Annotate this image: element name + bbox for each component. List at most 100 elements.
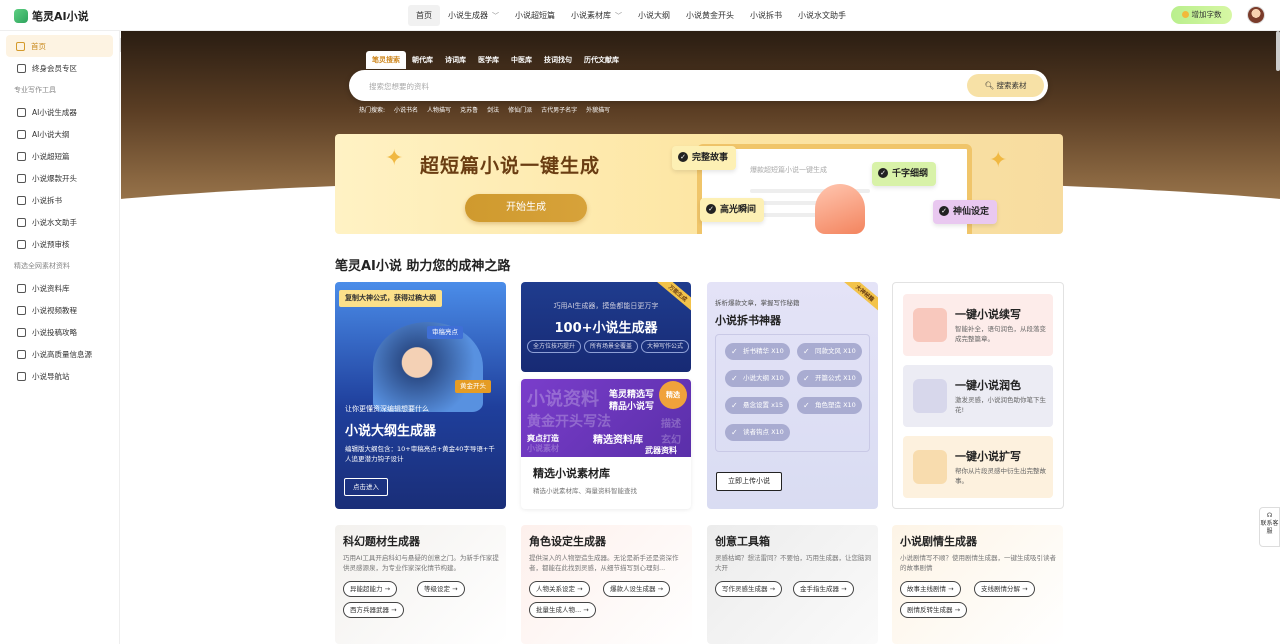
feature-pill: 小说大纲 X10	[725, 370, 790, 387]
pill-button[interactable]: 剧情反转生成器 →	[900, 602, 968, 618]
scrollbar[interactable]	[1276, 31, 1280, 71]
hot-term[interactable]: 小说书名	[394, 105, 418, 114]
contact-support-button[interactable]: ☊ 联系客服	[1259, 507, 1280, 547]
sidebar-item-home[interactable]: 首页	[6, 35, 113, 57]
short-story-banner[interactable]: ✦ ✦ 超短篇小说一键生成 开始生成 爆款超短篇小说一键生成 完整故事 千字细纲…	[335, 134, 1063, 234]
material-card[interactable]: 小说资料 笔灵精选写 精品小说写 黄金开头写法 爽点打造 精选资料库 玄幻 武器…	[521, 379, 691, 509]
add-words-button[interactable]: 增加字数	[1171, 6, 1232, 24]
pill-button[interactable]: 西方兵器武器 →	[343, 602, 404, 618]
tab-dynasty[interactable]: 朝代库	[406, 51, 439, 69]
polish-tile[interactable]: 一键小说润色 激发灵感，小说润色助你笔下生花!	[903, 365, 1053, 427]
sidebar-item-sources[interactable]: 小说高质量信息源	[0, 343, 119, 365]
outline-ribbon: 复制大神公式，获得过稿大纲	[339, 290, 442, 307]
hot-term[interactable]: 外貌描写	[586, 105, 610, 114]
feature-pill: 悬念设置 x15	[725, 397, 790, 414]
label-golden: 黄金开头	[455, 380, 491, 393]
tab-find-sentence[interactable]: 技词找句	[538, 51, 578, 69]
coin-icon	[1181, 11, 1189, 18]
outline-title: 小说大纲生成器	[345, 424, 437, 439]
nav-outline[interactable]: 小说大纲	[630, 5, 678, 26]
search-input[interactable]	[369, 78, 929, 94]
banner-title: 超短篇小说一键生成	[420, 155, 601, 177]
start-generate-button[interactable]: 开始生成	[465, 194, 587, 222]
nav-material[interactable]: 小说素材库 ﹀	[563, 5, 630, 26]
pen-icon	[17, 173, 26, 183]
split-book-card[interactable]: 大神秘籍 拆析爆款文章，掌握写作秘籍 小说拆书神器 折书精华 X10 同款文风 …	[707, 282, 878, 509]
feature-pill: 角色塑造 X10	[797, 397, 862, 414]
tab-literature[interactable]: 历代文献库	[578, 51, 625, 69]
section-title: 笔灵AI小说 助力您的成神之路	[335, 259, 511, 274]
nav-water-assistant[interactable]: 小说水文助手	[790, 5, 854, 26]
sidebar-group-resources: 精选全网素材资料	[14, 262, 70, 270]
sidebar-item-navigation[interactable]: 小说导航站	[0, 365, 119, 387]
guide-icon	[17, 327, 26, 337]
folder-icon	[17, 283, 26, 293]
search-button[interactable]: 🔍︎ 搜索素材	[967, 74, 1044, 97]
tab-poetry[interactable]: 诗词库	[439, 51, 472, 69]
outline-generator-card[interactable]: 复制大神公式，获得过稿大纲 审稿亮点 黄金开头 让你更懂资深编辑想要什么 小说大…	[335, 282, 506, 509]
sidebar-item-ai-generator[interactable]: AI小说生成器	[0, 101, 119, 123]
nav-home[interactable]: 首页	[408, 5, 440, 26]
search-box: 🔍︎ 搜索素材	[349, 70, 1048, 101]
document-icon	[17, 151, 26, 161]
pill-button[interactable]: 爆款人设生成器 →	[603, 581, 671, 597]
chevron-down-icon: ﹀	[615, 12, 622, 20]
sidebar-item-split-book[interactable]: 小说拆书	[0, 189, 119, 211]
pill-button[interactable]: 异能超能力 →	[343, 581, 398, 597]
clapping-hands-icon	[815, 184, 865, 234]
pill-button[interactable]: 写作灵感生成器 →	[715, 581, 783, 597]
hot-term[interactable]: 修仙门派	[508, 105, 532, 114]
character-generator-card[interactable]: 角色设定生成器 提供深入的人物塑造生成器。无论是新手还是资深作者，都能在此找到灵…	[521, 525, 692, 644]
sidebar-item-submission[interactable]: 小说投稿攻略	[0, 321, 119, 343]
sidebar-item-hot-opening[interactable]: 小说爆款开头	[0, 167, 119, 189]
outline-desc: 编辑版大纲包含：10+审稿亮点+黄金40字导语+千人追更潜力钩子设计	[345, 445, 495, 463]
sidebar-item-ai-outline[interactable]: AI小说大纲	[0, 123, 119, 145]
hot-searches: 热门搜索: 小说书名 人物描写 克苏鲁 剑法 修仙门派 古代男子名字 外貌描写	[359, 105, 610, 114]
main-content: 笔灵搜索 朝代库 诗词库 医学库 中医库 技词找句 历代文献库 🔍︎ 搜索素材 …	[121, 31, 1280, 644]
pill-button[interactable]: 支线剧情分解 →	[974, 581, 1035, 597]
nav-short-story[interactable]: 小说超短篇	[507, 5, 563, 26]
search-tabs: 笔灵搜索 朝代库 诗词库 医学库 中医库 技词找句 历代文献库	[366, 51, 625, 69]
sidebar-item-pre-review[interactable]: 小说预审核	[0, 233, 119, 255]
plot-generator-card[interactable]: 小说剧情生成器 小说剧情写不顺？使用剧情生成器，一键生成吸引读者的故事剧情 故事…	[892, 525, 1063, 644]
feature-pill: 同款文风 X10	[797, 343, 862, 360]
pill-button[interactable]: 人物关系设定 →	[529, 581, 590, 597]
book-icon	[17, 107, 26, 117]
top-bar: 笔灵AI小说 首页 小说生成器 ﹀ 小说超短篇 小说素材库 ﹀ 小说大纲 小说黄金开…	[0, 0, 1280, 31]
outline-subtitle: 让你更懂资深编辑想要什么	[345, 405, 429, 413]
sidebar-item-vip[interactable]: 终身会员专区	[0, 57, 119, 79]
continue-writing-tile[interactable]: 一键小说续写 智能补全，语句润色，从段落变成完整篇章。	[903, 294, 1053, 356]
pill-button[interactable]: 批量生成人物... →	[529, 602, 596, 618]
headset-icon: ☊	[1266, 512, 1273, 519]
pill-button[interactable]: 金手指生成器 →	[793, 581, 854, 597]
hot-term[interactable]: 古代男子名字	[541, 105, 577, 114]
hot-label: 热门搜索:	[359, 107, 386, 114]
hot-term[interactable]: 剑法	[487, 105, 499, 114]
scifi-generator-card[interactable]: 科幻题材生成器 巧用AI工具开启科幻与悬疑的创意之门。为新手作家提供灵感源泉，为…	[335, 525, 506, 644]
pill-button[interactable]: 故事主线剧情 →	[900, 581, 961, 597]
sidebar-item-water-assistant[interactable]: 小说水文助手	[0, 211, 119, 233]
generator-title: 100+小说生成器	[554, 321, 658, 336]
tab-bilin-search[interactable]: 笔灵搜索	[366, 51, 406, 69]
nav-split-book[interactable]: 小说拆书	[742, 5, 790, 26]
generator-card[interactable]: 万能生成 巧用AI生成器，摸鱼都能日更万字 100+小说生成器 全方位技巧提升 …	[521, 282, 691, 372]
generator-pill: 全方位技巧提升	[527, 340, 582, 353]
sidebar-item-short-story[interactable]: 小说超短篇	[0, 145, 119, 167]
creative-toolbox-card[interactable]: 创意工具箱 灵感枯竭？想法雷同？不要怕，巧用生成器，让您脑洞大开 写作灵感生成器…	[707, 525, 878, 644]
sidebar-item-video[interactable]: 小说视频教程	[0, 299, 119, 321]
nav-generator[interactable]: 小说生成器 ﹀	[440, 5, 507, 26]
logo[interactable]: 笔灵AI小说	[14, 8, 89, 24]
expand-tile[interactable]: 一键小说扩写 帮你从片段灵感中衍生出完整故事。	[903, 436, 1053, 498]
search-document-icon	[17, 239, 26, 249]
chevron-down-icon: ﹀	[492, 12, 499, 20]
tab-tcm[interactable]: 中医库	[505, 51, 538, 69]
hot-term[interactable]: 人物描写	[427, 105, 451, 114]
avatar[interactable]	[1247, 6, 1265, 24]
upload-novel-button[interactable]: 立即上传小说	[716, 472, 782, 491]
nav-golden-opening[interactable]: 小说黄金开头	[678, 5, 742, 26]
tab-medicine[interactable]: 医学库	[472, 51, 505, 69]
sidebar-item-library[interactable]: 小说资料库	[0, 277, 119, 299]
pill-button[interactable]: 等级设定 →	[417, 581, 465, 597]
hot-term[interactable]: 克苏鲁	[460, 105, 478, 114]
enter-button[interactable]: 点击进入	[344, 478, 388, 496]
